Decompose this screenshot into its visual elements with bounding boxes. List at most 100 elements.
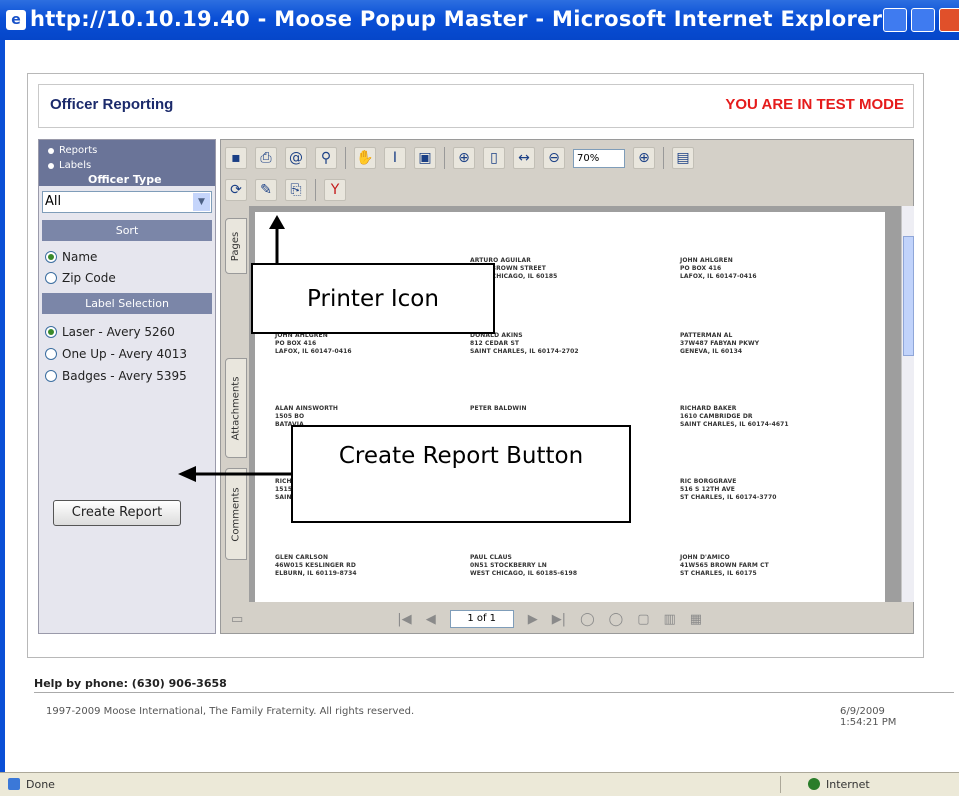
email-icon[interactable]: @ bbox=[285, 147, 307, 169]
printer-icon[interactable]: ⎙ bbox=[255, 147, 277, 169]
page-indicator[interactable]: 1 of 1 bbox=[449, 610, 514, 628]
close-button[interactable] bbox=[939, 8, 959, 32]
zoom-in-icon[interactable]: ⊕ bbox=[633, 147, 655, 169]
officer-type-value: All bbox=[45, 194, 62, 209]
page-layout-icon[interactable]: ▤ bbox=[672, 147, 694, 169]
internet-explorer-icon: e bbox=[6, 10, 26, 30]
pdf-viewer: ▪ ⎙ @ ⚲ ✋ I ▣ ⊕ ▯ ↔ ⊖ 70% ⊕ ▤ ⟳ ✎ ⎘ Y Pa… bbox=[220, 139, 914, 634]
radio-icon[interactable] bbox=[45, 370, 57, 382]
toolbar-separator bbox=[345, 147, 346, 169]
facing-icon[interactable]: ▦ bbox=[690, 612, 702, 627]
mailing-label: JOHN AHLGREN PO BOX 416 LAFOX, IL 60147-04… bbox=[680, 257, 757, 281]
printer-callout-arrow bbox=[269, 215, 285, 265]
mailing-label-line: PATTERMAN AL bbox=[680, 332, 733, 339]
mailing-label: JOHN AHLGREN PO BOX 416 LAFOX, IL 60147-04… bbox=[275, 332, 352, 356]
attach-icon[interactable]: ⎘ bbox=[285, 179, 307, 201]
copyright: 1997-2009 Moose International, The Famil… bbox=[46, 706, 415, 717]
mailing-label-line: GLEN CARLSON bbox=[275, 554, 329, 561]
radio-icon[interactable] bbox=[45, 348, 57, 360]
mailing-label-line: LAFOX, IL 60147-0416 bbox=[680, 273, 757, 280]
security-zone: Internet bbox=[826, 778, 870, 791]
sort-option-name[interactable]: Name bbox=[45, 250, 97, 264]
minimize-button[interactable] bbox=[883, 8, 907, 32]
officer-type-heading: Officer Type bbox=[88, 173, 162, 186]
officer-type-select[interactable]: All ▼ bbox=[42, 191, 212, 213]
mailing-label-line: 41W565 BROWN FARM CT bbox=[680, 562, 769, 569]
mailing-label-line: 46W015 KESLINGER RD bbox=[275, 562, 356, 569]
sort-option-zip[interactable]: Zip Code bbox=[45, 271, 116, 285]
continuous-icon[interactable]: ▥ bbox=[664, 612, 676, 627]
label-option-laser[interactable]: Laser - Avery 5260 bbox=[45, 325, 175, 339]
adobe-logo-icon[interactable]: Y bbox=[324, 179, 346, 201]
forward-view-icon[interactable]: ◯ bbox=[609, 612, 624, 627]
report-type-reports[interactable]: Reports bbox=[48, 143, 215, 158]
mailing-label: PATTERMAN AL 37W487 FABYAN PKWY GENEVA, IL… bbox=[680, 332, 759, 356]
page-icon[interactable]: ▭ bbox=[231, 612, 243, 627]
zoom-in-tool-icon[interactable]: ⊕ bbox=[453, 147, 475, 169]
previous-page-icon[interactable]: ◀ bbox=[426, 612, 436, 627]
rotate-icon[interactable]: ⟳ bbox=[225, 179, 247, 201]
report-type-label: Labels bbox=[59, 160, 92, 171]
label-option-one-up[interactable]: One Up - Avery 4013 bbox=[45, 347, 187, 361]
next-page-icon[interactable]: ▶ bbox=[528, 612, 538, 627]
first-page-icon[interactable]: |◀ bbox=[397, 612, 411, 627]
vertical-scrollbar[interactable] bbox=[901, 206, 914, 602]
mailing-label: PAUL CLAUS 0N51 STOCKBERRY LN WEST CHICAGO… bbox=[470, 554, 577, 578]
zoom-out-icon[interactable]: ⊖ bbox=[543, 147, 565, 169]
back-view-icon[interactable]: ◯ bbox=[580, 612, 595, 627]
radio-icon[interactable] bbox=[45, 272, 57, 284]
mailing-label-line: JOHN AHLGREN bbox=[680, 257, 733, 264]
toolbar-separator bbox=[315, 179, 316, 201]
last-page-icon[interactable]: ▶| bbox=[552, 612, 566, 627]
zoom-level-field[interactable]: 70% bbox=[573, 148, 625, 168]
mailing-label: PETER BALDWIN bbox=[470, 405, 527, 413]
sign-icon[interactable]: ✎ bbox=[255, 179, 277, 201]
help-phone: Help by phone: (630) 906-3658 bbox=[34, 677, 227, 690]
tab-attachments[interactable]: Attachments bbox=[225, 358, 247, 458]
mailing-label-line: PO BOX 416 bbox=[680, 265, 722, 272]
report-type-labels[interactable]: Labels bbox=[48, 158, 215, 173]
mailing-label-line: WEST CHICAGO, IL 60185-6198 bbox=[470, 570, 578, 577]
radio-dot-icon bbox=[48, 147, 54, 154]
fit-width-icon[interactable]: ↔ bbox=[513, 147, 535, 169]
chevron-down-icon[interactable]: ▼ bbox=[193, 193, 210, 211]
mailing-label-line: 812 CEDAR ST bbox=[470, 340, 520, 347]
mailing-label-line: 0N51 STOCKBERRY LN bbox=[470, 562, 547, 569]
radio-icon[interactable] bbox=[45, 251, 57, 263]
select-tool-icon[interactable]: I bbox=[384, 147, 406, 169]
create-report-button[interactable]: Create Report bbox=[53, 500, 181, 526]
window-title: http://10.10.19.40 - Moose Popup Master … bbox=[30, 7, 883, 31]
options-sidebar: Reports Labels Officer Type All ▼ Sort N… bbox=[38, 139, 216, 634]
mailing-label-line: PO BOX 416 bbox=[275, 340, 317, 347]
radio-dot-icon bbox=[48, 162, 54, 169]
scroll-thumb[interactable] bbox=[903, 236, 914, 356]
tab-pages[interactable]: Pages bbox=[225, 218, 247, 274]
mailing-label-line: 1505 BO bbox=[275, 413, 305, 420]
mailing-label-line: 37W487 FABYAN PKWY bbox=[680, 340, 760, 347]
globe-icon bbox=[808, 778, 820, 790]
status-bar: Done Internet bbox=[0, 772, 959, 796]
mailing-label-line: ST CHARLES, IL 60175 bbox=[680, 570, 757, 577]
single-page-icon[interactable]: ▢ bbox=[637, 612, 649, 627]
hand-tool-icon[interactable]: ✋ bbox=[354, 147, 376, 169]
snapshot-icon[interactable]: ▣ bbox=[414, 147, 436, 169]
viewer-toolbar-top: ▪ ⎙ @ ⚲ ✋ I ▣ ⊕ ▯ ↔ ⊖ 70% ⊕ ▤ bbox=[225, 143, 694, 173]
sort-heading: Sort bbox=[42, 220, 212, 241]
tab-label: Pages bbox=[230, 231, 242, 261]
tab-label: Comments bbox=[230, 486, 242, 542]
binoculars-icon[interactable]: ⚲ bbox=[315, 147, 337, 169]
report-type-panel: Reports Labels Officer Type bbox=[39, 140, 215, 186]
save-icon[interactable]: ▪ bbox=[225, 147, 247, 169]
mailing-label-line: PAUL CLAUS bbox=[470, 554, 512, 561]
label-option-badges[interactable]: Badges - Avery 5395 bbox=[45, 369, 187, 383]
mailing-label: GLEN CARLSON 46W015 KESLINGER RD ELBURN, I… bbox=[275, 554, 357, 578]
toolbar-separator bbox=[444, 147, 445, 169]
page-navigation: ▭ |◀ ◀ 1 of 1 ▶ ▶| ◯ ◯ ▢ ▥ ▦ bbox=[225, 606, 911, 632]
mailing-label-line: PETER BALDWIN bbox=[470, 405, 527, 412]
maximize-button[interactable] bbox=[911, 8, 935, 32]
test-mode-banner: YOU ARE IN TEST MODE bbox=[725, 96, 904, 113]
create-callout-arrow bbox=[178, 466, 292, 482]
actual-size-icon[interactable]: ▯ bbox=[483, 147, 505, 169]
radio-icon[interactable] bbox=[45, 326, 57, 338]
mailing-label-line: ST CHARLES, IL 60174-3770 bbox=[680, 494, 777, 501]
